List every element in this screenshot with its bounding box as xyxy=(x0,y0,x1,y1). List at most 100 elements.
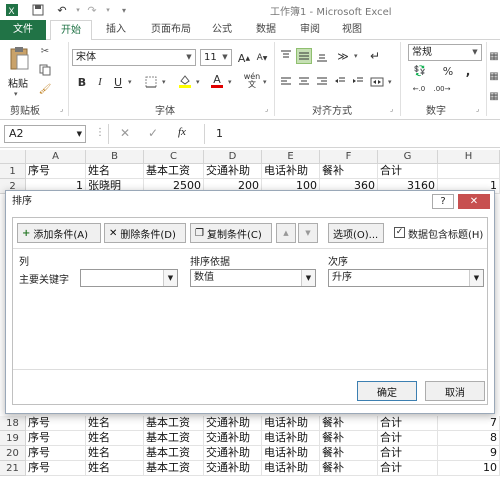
chevron-down-icon[interactable]: ▼ xyxy=(219,50,231,65)
ok-button[interactable]: 确定 xyxy=(357,381,417,401)
cell[interactable]: 序号 xyxy=(26,461,86,476)
insert-function-icon[interactable]: fx xyxy=(178,126,186,138)
decrease-decimal-icon[interactable]: .00→ xyxy=(432,82,452,96)
undo-icon[interactable]: ↶ xyxy=(54,2,70,18)
cell[interactable]: 序号 xyxy=(26,446,86,461)
align-right-icon[interactable] xyxy=(314,74,330,90)
tab-formulas[interactable]: 公式 xyxy=(204,20,240,40)
cell[interactable]: 基本工资 xyxy=(144,431,204,446)
conditional-format-icon[interactable]: ▦ xyxy=(488,48,500,64)
format-table-icon[interactable]: ▦ xyxy=(488,68,500,84)
cell[interactable]: 交通补助 xyxy=(204,461,262,476)
row-header[interactable]: 18 xyxy=(0,416,26,431)
cell[interactable]: 姓名 xyxy=(86,164,144,179)
sort-on-select[interactable]: 数值 ▼ xyxy=(190,269,316,287)
cell[interactable]: 餐补 xyxy=(320,416,378,431)
cell[interactable]: 序号 xyxy=(26,431,86,446)
phonetic-dropdown-icon[interactable]: ▾ xyxy=(263,78,267,86)
cell[interactable]: 餐补 xyxy=(320,431,378,446)
cancel-entry-icon[interactable]: ✕ xyxy=(120,126,130,140)
align-middle-icon[interactable] xyxy=(296,48,312,64)
column-header-h[interactable]: H xyxy=(438,150,500,164)
grow-font-button[interactable]: A ▲ xyxy=(236,50,252,66)
font-name-combo[interactable]: 宋体 ▼ xyxy=(72,49,196,66)
orientation-dropdown-icon[interactable]: ▾ xyxy=(354,52,358,60)
chevron-down-icon[interactable]: ▼ xyxy=(301,270,315,286)
cell[interactable]: 序号 xyxy=(26,416,86,431)
chevron-down-icon[interactable]: ▼ xyxy=(183,50,195,65)
cell[interactable]: 餐补 xyxy=(320,164,378,179)
paste-dropdown-icon[interactable]: ▾ xyxy=(14,90,18,98)
cell[interactable]: 交通补助 xyxy=(204,164,262,179)
percent-button[interactable]: % xyxy=(440,64,456,78)
cell[interactable]: 电话补助 xyxy=(262,446,320,461)
shrink-font-button[interactable]: A ▼ xyxy=(254,50,270,66)
row-header[interactable]: 21 xyxy=(0,461,26,476)
cell[interactable]: 交通补助 xyxy=(204,431,262,446)
cell[interactable]: 9 xyxy=(438,446,500,461)
cell[interactable]: 交通补助 xyxy=(204,446,262,461)
borders-icon[interactable] xyxy=(142,74,160,90)
move-up-icon[interactable]: ▲ xyxy=(276,223,296,243)
cell[interactable]: 姓名 xyxy=(86,416,144,431)
cell[interactable]: 电话补助 xyxy=(262,461,320,476)
cell[interactable]: 姓名 xyxy=(86,446,144,461)
chevron-down-icon[interactable]: ▼ xyxy=(469,270,483,286)
cell[interactable]: 姓名 xyxy=(86,461,144,476)
tab-file[interactable]: 文件 xyxy=(0,20,46,40)
wrap-text-icon[interactable]: ↵ xyxy=(366,48,384,64)
tab-insert[interactable]: 插入 xyxy=(96,20,136,40)
cell[interactable]: 基本工资 xyxy=(144,164,204,179)
order-select[interactable]: 升序 ▼ xyxy=(328,269,484,287)
cell[interactable]: 基本工资 xyxy=(144,461,204,476)
number-launcher-icon[interactable]: ⌟ xyxy=(476,105,479,113)
name-box[interactable]: A2 ▼ xyxy=(4,125,86,143)
select-all-corner[interactable] xyxy=(0,150,26,164)
redo-dropdown-icon[interactable]: ▾ xyxy=(100,2,116,18)
cut-icon[interactable]: ✂ xyxy=(38,44,52,58)
decrease-indent-icon[interactable] xyxy=(332,74,348,90)
sort-column-select[interactable]: ▼ xyxy=(80,269,178,287)
chevron-down-icon[interactable]: ▼ xyxy=(469,45,481,60)
borders-dropdown-icon[interactable]: ▾ xyxy=(162,78,166,86)
row-header[interactable]: 1 xyxy=(0,164,26,179)
clipboard-launcher-icon[interactable]: ⌟ xyxy=(60,105,63,113)
confirm-entry-icon[interactable]: ✓ xyxy=(148,126,158,140)
cell[interactable]: 姓名 xyxy=(86,431,144,446)
row-header[interactable]: 20 xyxy=(0,446,26,461)
paste-icon[interactable] xyxy=(6,42,32,76)
column-header-a[interactable]: A xyxy=(26,150,86,164)
row-header[interactable]: 19 xyxy=(0,431,26,446)
column-header-f[interactable]: F xyxy=(320,150,378,164)
help-button[interactable]: ? xyxy=(432,194,454,209)
cell[interactable]: 合计 xyxy=(378,461,438,476)
tab-page-layout[interactable]: 页面布局 xyxy=(142,20,200,40)
redo-icon[interactable]: ↷ xyxy=(84,2,100,18)
save-icon[interactable] xyxy=(30,2,46,18)
cell-styles-icon[interactable]: ▦ xyxy=(488,88,500,104)
comma-button[interactable]: , xyxy=(460,64,476,78)
column-header-e[interactable]: E xyxy=(262,150,320,164)
align-bottom-icon[interactable] xyxy=(314,48,330,64)
increase-indent-icon[interactable] xyxy=(350,74,366,90)
orientation-icon[interactable]: ≫ xyxy=(334,48,352,64)
cell[interactable]: 8 xyxy=(438,431,500,446)
underline-button[interactable]: U xyxy=(110,74,126,90)
font-size-combo[interactable]: 11 ▼ xyxy=(200,49,232,66)
phonetic-icon[interactable]: wén 文 xyxy=(242,72,262,90)
tab-data[interactable]: 数据 xyxy=(248,20,284,40)
cell[interactable]: 合计 xyxy=(378,446,438,461)
cell[interactable]: 合计 xyxy=(378,416,438,431)
chevron-down-icon[interactable]: ▼ xyxy=(163,270,177,286)
cell[interactable]: 餐补 xyxy=(320,446,378,461)
column-header-b[interactable]: B xyxy=(86,150,144,164)
merge-center-icon[interactable] xyxy=(368,74,386,90)
add-condition-button[interactable]: + 添加条件(A) xyxy=(17,223,101,243)
cell[interactable]: 电话补助 xyxy=(262,431,320,446)
cell[interactable]: 7 xyxy=(438,416,500,431)
close-button[interactable]: ✕ xyxy=(458,194,490,209)
cell[interactable]: 基本工资 xyxy=(144,416,204,431)
delete-condition-button[interactable]: ✕ 删除条件(D) xyxy=(104,223,186,243)
italic-button[interactable]: I xyxy=(92,74,108,90)
cell[interactable]: 餐补 xyxy=(320,461,378,476)
